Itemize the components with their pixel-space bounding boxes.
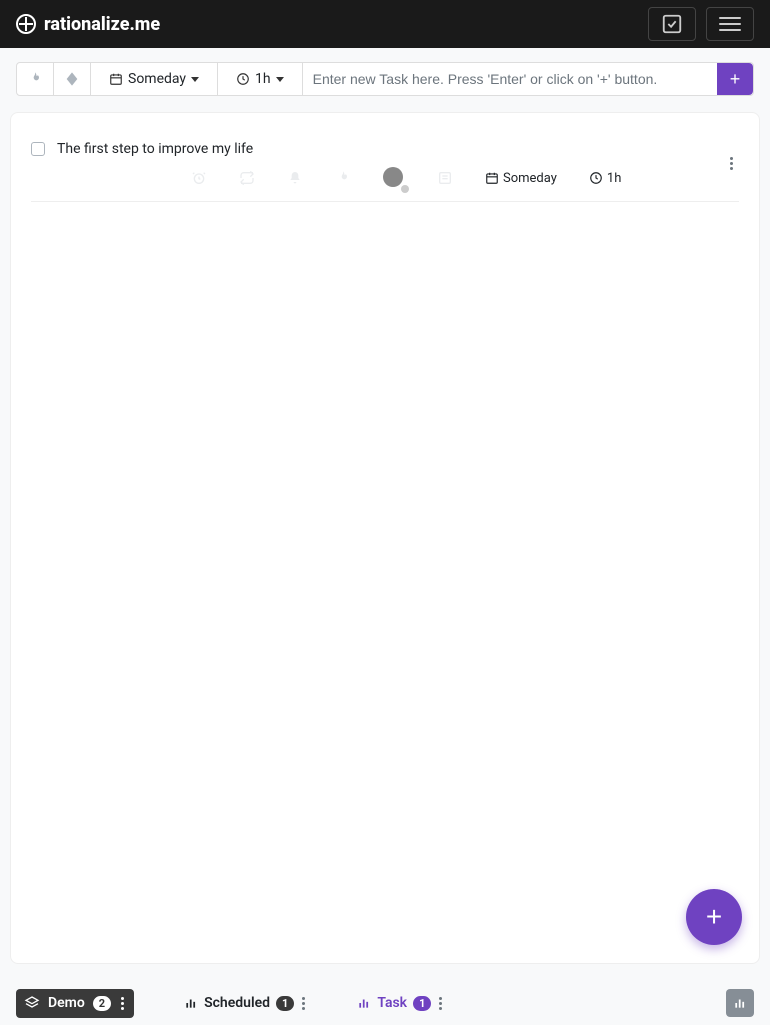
clock-icon <box>589 171 603 185</box>
bar-chart-icon <box>733 996 747 1010</box>
header-actions <box>648 7 754 41</box>
duration-dropdown[interactable]: 1h <box>218 63 303 95</box>
checkbox-icon <box>661 13 683 35</box>
priority-diamond-button[interactable] <box>54 63 91 95</box>
app-header: rationalize.me <box>0 0 770 48</box>
footer-task-more[interactable] <box>437 995 444 1012</box>
footer-demo-label: Demo <box>48 995 85 1011</box>
logo-icon <box>16 14 36 34</box>
diamond-icon <box>64 71 80 87</box>
schedule-dropdown[interactable]: Someday <box>91 63 218 95</box>
footer-task-label: Task <box>377 995 407 1011</box>
duration-label: 1h <box>255 71 271 87</box>
brand-text: rationalize.me <box>44 14 160 35</box>
chevron-down-icon <box>276 77 284 82</box>
task-priority[interactable] <box>335 170 351 186</box>
footer-demo-button[interactable]: Demo 2 <box>16 989 134 1018</box>
new-task-input-cell <box>303 63 717 95</box>
schedule-label: Someday <box>128 71 186 87</box>
tag-icon <box>383 167 405 189</box>
repeat-icon <box>239 170 255 186</box>
task-repeat[interactable] <box>239 170 255 186</box>
task-note[interactable] <box>437 170 453 186</box>
footer-task-badge: 1 <box>413 996 431 1011</box>
task-row[interactable]: The first step to improve my life <box>31 133 739 202</box>
hamburger-icon <box>719 17 741 31</box>
bar-chart-icon <box>184 996 198 1010</box>
task-schedule[interactable]: Someday <box>485 171 557 186</box>
footer-demo-more[interactable] <box>119 995 126 1012</box>
task-list-panel: The first step to improve my life <box>10 112 760 964</box>
task-reminder[interactable] <box>287 170 303 186</box>
brand[interactable]: rationalize.me <box>16 14 160 35</box>
footer-scheduled-more[interactable] <box>300 995 307 1012</box>
bottom-bar: Demo 2 Scheduled 1 Task 1 <box>0 981 770 1025</box>
priority-flame-button[interactable] <box>17 63 54 95</box>
chevron-down-icon <box>191 77 199 82</box>
calendar-icon <box>485 171 499 185</box>
calendar-icon <box>109 72 123 86</box>
footer-scheduled-button[interactable]: Scheduled 1 <box>184 995 307 1012</box>
alarm-icon <box>191 170 207 186</box>
task-alarm[interactable] <box>191 170 207 186</box>
add-task-button[interactable]: + <box>717 63 753 95</box>
task-tag[interactable] <box>383 167 405 189</box>
menu-button[interactable] <box>706 7 754 41</box>
bell-icon <box>287 170 303 186</box>
more-icon <box>728 155 735 172</box>
bar-chart-icon <box>357 996 371 1010</box>
clock-icon <box>236 72 250 86</box>
task-schedule-label: Someday <box>503 171 557 186</box>
task-duration-label: 1h <box>607 171 621 186</box>
task-more-button[interactable] <box>724 141 739 176</box>
fab-add-button[interactable]: + <box>686 889 742 945</box>
new-task-input[interactable] <box>303 63 717 95</box>
flame-icon <box>27 71 43 87</box>
stats-button[interactable] <box>726 989 754 1017</box>
flame-icon <box>335 170 351 186</box>
footer-scheduled-badge: 1 <box>276 996 294 1011</box>
task-title: The first step to improve my life <box>57 141 253 157</box>
footer-task-button[interactable]: Task 1 <box>357 995 444 1012</box>
footer-scheduled-label: Scheduled <box>204 995 270 1011</box>
task-checkbox[interactable] <box>31 142 45 156</box>
footer-demo-badge: 2 <box>93 996 111 1011</box>
task-duration[interactable]: 1h <box>589 171 621 186</box>
checklist-button[interactable] <box>648 7 696 41</box>
note-icon <box>437 170 453 186</box>
stack-icon <box>24 995 40 1011</box>
new-task-toolbar: Someday 1h + <box>16 62 754 96</box>
